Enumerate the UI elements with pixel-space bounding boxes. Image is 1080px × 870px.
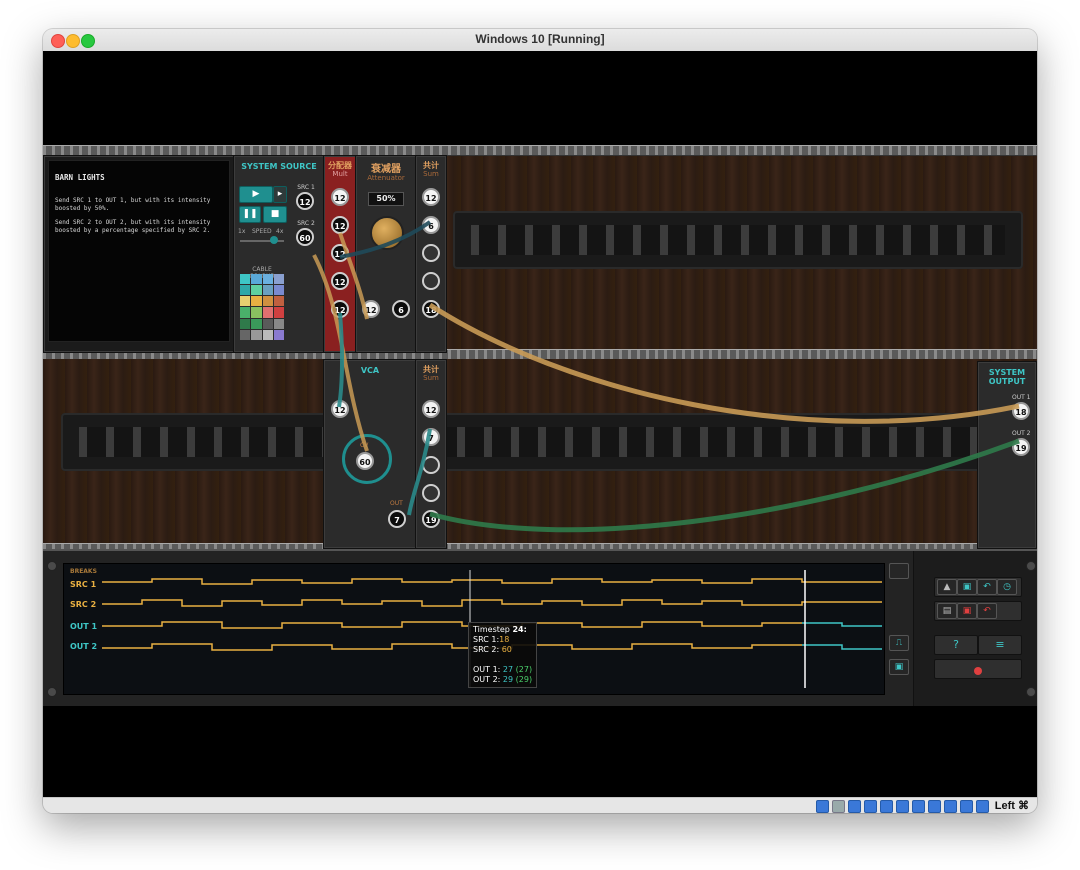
row-label-out2: OUT 2 <box>70 642 98 651</box>
tooltip-out2: 29 <box>502 675 514 684</box>
window-title: Windows 10 [Running] <box>475 32 605 46</box>
waveform-view-icon[interactable]: ⎍ <box>889 635 909 651</box>
tooltip-src1-label: SRC 1: <box>473 635 500 644</box>
trace-src1 <box>102 578 882 585</box>
save-icon[interactable]: ▣ <box>957 579 977 595</box>
signal-plot[interactable]: BREAKS SRC 1 SRC 2 OUT 1 OUT 2 Timestep … <box>63 563 885 695</box>
tooltip-out1-expected: (27) <box>515 665 533 674</box>
cable <box>407 428 432 516</box>
pen-icon[interactable] <box>880 800 893 813</box>
cable <box>428 302 1020 424</box>
shared-folder-icon[interactable] <box>864 800 877 813</box>
toolbar-row: ▲ ▣ ↶ ◷ <box>934 577 1022 597</box>
tooltip-out2-expected: (29) <box>515 675 533 684</box>
tooltip-out1: 27 <box>502 665 514 674</box>
record-icon <box>974 667 982 675</box>
globe-icon[interactable] <box>960 800 973 813</box>
tooltip-out1-label: OUT 1: <box>473 665 501 674</box>
menu-button[interactable]: ≡ <box>978 635 1022 655</box>
screw <box>47 561 57 571</box>
tooltip-out2-label: OUT 2: <box>473 675 501 684</box>
screw <box>1026 561 1036 571</box>
trace-out2-expected <box>802 644 882 650</box>
help-button[interactable]: ? <box>934 635 978 655</box>
trash-icon[interactable]: ▤ <box>937 603 957 619</box>
trace-out1 <box>102 621 802 629</box>
tooltip-src1: 18 <box>499 635 510 644</box>
network-icon[interactable] <box>848 800 861 813</box>
tooltip-src2-label: SRC 2: <box>473 645 500 654</box>
cable <box>337 312 345 408</box>
optical-drive-icon[interactable] <box>832 800 845 813</box>
sequencer-panel: BREAKS SRC 1 SRC 2 OUT 1 OUT 2 Timestep … <box>43 549 1037 706</box>
clear-icon[interactable] <box>889 563 909 579</box>
row-label-src1: SRC 1 <box>70 580 97 589</box>
capture-icon[interactable] <box>912 800 925 813</box>
control-panel: ▲ ▣ ↶ ◷ ▤ ▣ ↶ ? ≡ <box>913 551 1037 706</box>
trace-out2 <box>102 643 802 651</box>
disk-icon[interactable]: ▣ <box>889 659 909 675</box>
cable <box>339 220 432 259</box>
tooltip-timestep: 24: <box>512 625 527 634</box>
display-icon[interactable] <box>896 800 909 813</box>
red-undo-icon[interactable]: ↶ <box>977 603 997 619</box>
download-icon[interactable] <box>976 800 989 813</box>
screw <box>1026 687 1036 697</box>
cable <box>338 232 369 320</box>
title-bar: Windows 10 [Running] <box>43 29 1037 52</box>
vm-window: Windows 10 [Running] BARN LIGHTS Send SR… <box>43 29 1037 813</box>
trace-out1-expected <box>802 622 882 627</box>
cable <box>429 438 1020 533</box>
undo-icon[interactable]: ↶ <box>977 579 997 595</box>
tooltip-src2: 60 <box>501 645 512 654</box>
tooltip-timestep-label: Timestep <box>473 625 510 634</box>
row-label-src2: SRC 2 <box>70 600 97 609</box>
usb-icon[interactable] <box>816 800 829 813</box>
cpu-icon[interactable] <box>944 800 957 813</box>
trace-src2 <box>102 599 882 607</box>
help-icon: ? <box>953 638 959 651</box>
red-save-icon[interactable]: ▣ <box>957 603 977 619</box>
record-button[interactable] <box>934 659 1022 679</box>
breaks-label: BREAKS <box>70 568 97 575</box>
clock-icon[interactable]: ◷ <box>997 579 1017 595</box>
lock-icon[interactable]: ▲ <box>937 579 957 595</box>
timestep-tooltip: Timestep 24: SRC 1:18 SRC 2: 60 OUT 1: 2… <box>468 622 538 688</box>
screw <box>47 687 57 697</box>
row-label-out1: OUT 1 <box>70 622 98 631</box>
toolbar-row: ▤ ▣ ↶ <box>934 601 1022 621</box>
status-icons <box>816 800 989 813</box>
recording-icon[interactable] <box>928 800 941 813</box>
menu-icon: ≡ <box>995 638 1005 651</box>
vm-screen: BARN LIGHTS Send SRC 1 to OUT 1, but wit… <box>43 51 1037 797</box>
vm-status-bar: Left ⌘ <box>43 797 1037 813</box>
host-key-label: Left ⌘ <box>994 800 1029 812</box>
